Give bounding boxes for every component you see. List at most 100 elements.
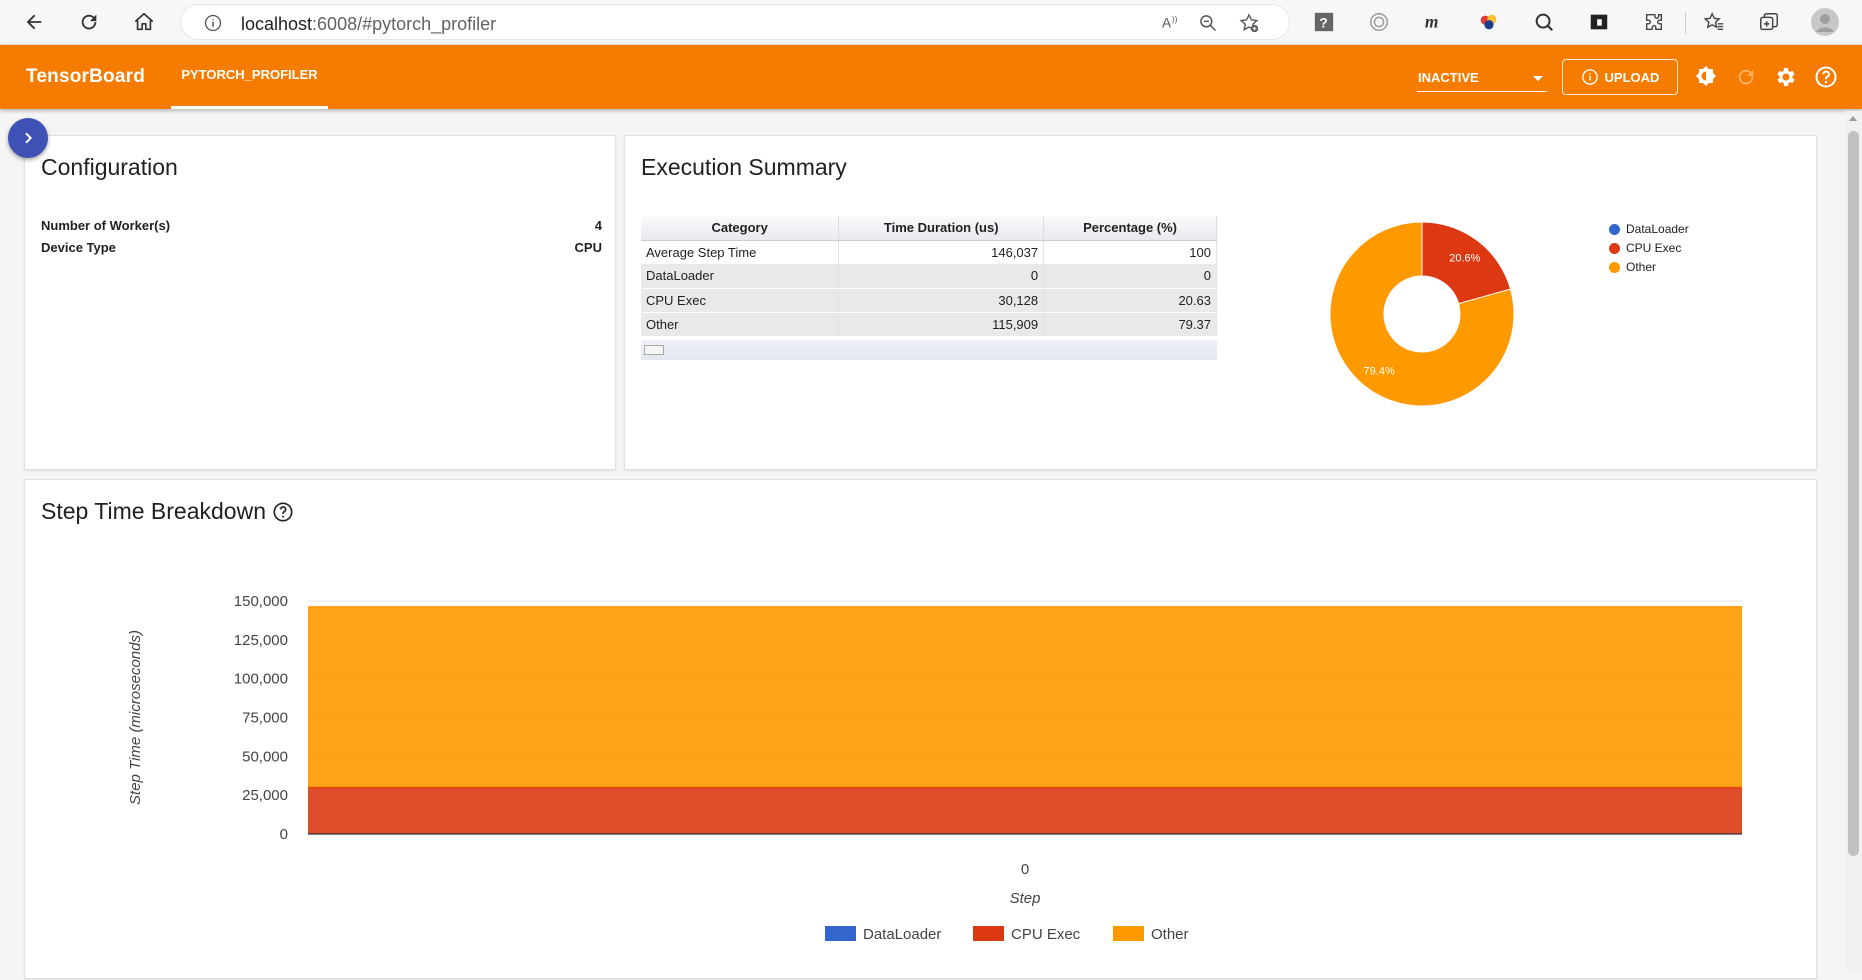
m-extension-icon[interactable]: m bbox=[1420, 8, 1448, 36]
area-other[interactable] bbox=[308, 607, 1742, 788]
chevron-down-icon bbox=[1533, 76, 1543, 81]
step-time-area-chart: 0 25,000 50,000 75,000 100,000 125,000 150,000… bbox=[127, 593, 1742, 943]
tab-pytorch-profiler[interactable]: PYTORCH_PROFILER bbox=[171, 45, 328, 109]
url-text: localhost:6008/#pytorch_profiler bbox=[241, 14, 497, 34]
x-axis-title: Step bbox=[1010, 890, 1041, 907]
legend-swatch bbox=[1609, 242, 1620, 254]
y-tick-label: 0 bbox=[280, 826, 288, 843]
svg-text:)): )) bbox=[1172, 15, 1178, 24]
back-icon[interactable] bbox=[18, 6, 50, 38]
broadcast-extension-icon[interactable] bbox=[1365, 8, 1393, 36]
window-extension-icon[interactable] bbox=[1585, 8, 1613, 36]
y-axis-title: Step Time (microseconds) bbox=[127, 630, 144, 805]
legend-item-dataloader[interactable]: DataLoader bbox=[1609, 222, 1689, 236]
profile-avatar-icon[interactable] bbox=[1810, 7, 1840, 37]
legend-label: Other bbox=[1626, 260, 1657, 274]
chevron-right-icon bbox=[25, 132, 33, 144]
config-value: CPU bbox=[574, 240, 602, 255]
search-extension-icon[interactable] bbox=[1530, 8, 1558, 36]
column-header-category[interactable]: Category bbox=[641, 216, 840, 241]
table-cell: Other bbox=[641, 312, 840, 337]
svg-text:m: m bbox=[1425, 12, 1439, 32]
table-cell: DataLoader bbox=[641, 264, 840, 289]
area-cpu-exec[interactable] bbox=[308, 787, 1742, 834]
zoom-out-icon[interactable] bbox=[1198, 13, 1218, 38]
table-cell: CPU Exec bbox=[641, 288, 840, 313]
favorites-icon[interactable] bbox=[1700, 8, 1728, 36]
legend-label[interactable]: CPU Exec bbox=[1011, 926, 1081, 943]
execution-summary-card: Execution Summary Category Time Duration… bbox=[624, 135, 1817, 470]
page-scrollbar[interactable] bbox=[1845, 111, 1862, 971]
refresh-icon[interactable] bbox=[1733, 64, 1759, 90]
pager-buttons[interactable] bbox=[644, 345, 664, 355]
table-row: CPU Exec 30,128 20.63 bbox=[641, 288, 1217, 313]
config-label: Number of Worker(s) bbox=[41, 218, 171, 233]
tensorboard-header: TensorBoard PYTORCH_PROFILER INACTIVE UP… bbox=[0, 45, 1862, 109]
info-circle-icon bbox=[1581, 69, 1598, 85]
legend-label: DataLoader bbox=[1626, 222, 1689, 236]
configuration-title: Configuration bbox=[41, 154, 178, 180]
column-header-percentage[interactable]: Percentage (%) bbox=[1043, 216, 1217, 241]
home-icon[interactable] bbox=[128, 6, 160, 38]
legend-swatch bbox=[1609, 223, 1620, 235]
table-cell: 79.37 bbox=[1043, 312, 1217, 337]
column-header-duration[interactable]: Time Duration (us) bbox=[838, 216, 1045, 241]
info-icon[interactable] bbox=[203, 13, 223, 38]
legend-item-cpu-exec[interactable]: CPU Exec bbox=[1609, 241, 1681, 255]
table-cell: 0 bbox=[1043, 264, 1217, 289]
table-cell: 30,128 bbox=[838, 288, 1045, 313]
legend-item-other[interactable]: Other bbox=[1609, 260, 1656, 274]
help-icon[interactable] bbox=[1813, 64, 1839, 90]
collections-icon[interactable] bbox=[1755, 8, 1783, 36]
y-tick-label: 75,000 bbox=[242, 710, 288, 727]
configuration-card: Configuration Number of Worker(s) 4 Devi… bbox=[24, 135, 616, 470]
y-tick-label: 25,000 bbox=[242, 787, 288, 804]
upload-label: UPLOAD bbox=[1604, 69, 1660, 85]
table-cell: 0 bbox=[838, 264, 1045, 289]
run-select-value: INACTIVE bbox=[1418, 70, 1479, 85]
config-value: 4 bbox=[594, 218, 602, 233]
legend-swatch[interactable] bbox=[973, 926, 1004, 941]
read-aloud-icon[interactable]: A)) bbox=[1161, 13, 1183, 38]
table-pager bbox=[641, 340, 1217, 360]
legend-label[interactable]: Other bbox=[1151, 926, 1189, 943]
theme-toggle-icon[interactable] bbox=[1693, 64, 1719, 90]
legend-swatch[interactable] bbox=[1113, 926, 1144, 941]
legend-label[interactable]: DataLoader bbox=[863, 926, 941, 943]
address-bar[interactable]: localhost:6008/#pytorch_profiler A)) bbox=[180, 4, 1290, 40]
svg-text:A: A bbox=[1162, 16, 1172, 31]
color-extension-icon[interactable] bbox=[1475, 8, 1503, 36]
config-label: Device Type bbox=[41, 240, 116, 255]
browser-toolbar: localhost:6008/#pytorch_profiler A)) ? m bbox=[0, 0, 1862, 45]
config-row-workers: Number of Worker(s) 4 bbox=[41, 218, 602, 233]
legend-label: CPU Exec bbox=[1626, 241, 1682, 255]
table-cell: 20.63 bbox=[1043, 288, 1217, 313]
step-time-breakdown-card: Step Time Breakdown 0 25,000 50,000 75,000 1… bbox=[24, 479, 1817, 979]
help-extension-icon[interactable]: ? bbox=[1310, 8, 1338, 36]
scroll-thumb[interactable] bbox=[1848, 131, 1859, 856]
table-row: Other 115,909 79.37 bbox=[641, 312, 1217, 337]
app-title[interactable]: TensorBoard bbox=[26, 66, 145, 88]
upload-button[interactable]: UPLOAD bbox=[1562, 59, 1678, 95]
settings-gear-icon[interactable] bbox=[1773, 64, 1799, 90]
extensions-icon[interactable] bbox=[1640, 8, 1668, 36]
execution-summary-title: Execution Summary bbox=[641, 154, 847, 180]
favorite-add-icon[interactable] bbox=[1238, 12, 1260, 39]
table-row: DataLoader 0 0 bbox=[641, 264, 1217, 289]
table-cell: 115,909 bbox=[838, 312, 1045, 337]
svg-text:?: ? bbox=[1319, 16, 1327, 31]
pie-slice-label: 20.6% bbox=[1449, 252, 1480, 264]
y-tick-label: 100,000 bbox=[234, 671, 288, 688]
table-header-row: Category Time Duration (us) Percentage (… bbox=[641, 216, 1217, 241]
x-tick-label: 0 bbox=[1021, 861, 1029, 878]
legend-swatch[interactable] bbox=[825, 926, 856, 941]
y-tick-label: 150,000 bbox=[234, 593, 288, 610]
legend-swatch bbox=[1609, 261, 1620, 273]
reload-icon[interactable] bbox=[73, 6, 105, 38]
scroll-up-arrow-icon[interactable] bbox=[1849, 116, 1857, 121]
config-row-device: Device Type CPU bbox=[41, 240, 602, 255]
sidebar-toggle-button[interactable] bbox=[8, 118, 48, 158]
toolbar-divider bbox=[1685, 12, 1686, 34]
run-select[interactable]: INACTIVE bbox=[1417, 64, 1547, 92]
table-row: Average Step Time 146,037 100 bbox=[641, 240, 1217, 264]
